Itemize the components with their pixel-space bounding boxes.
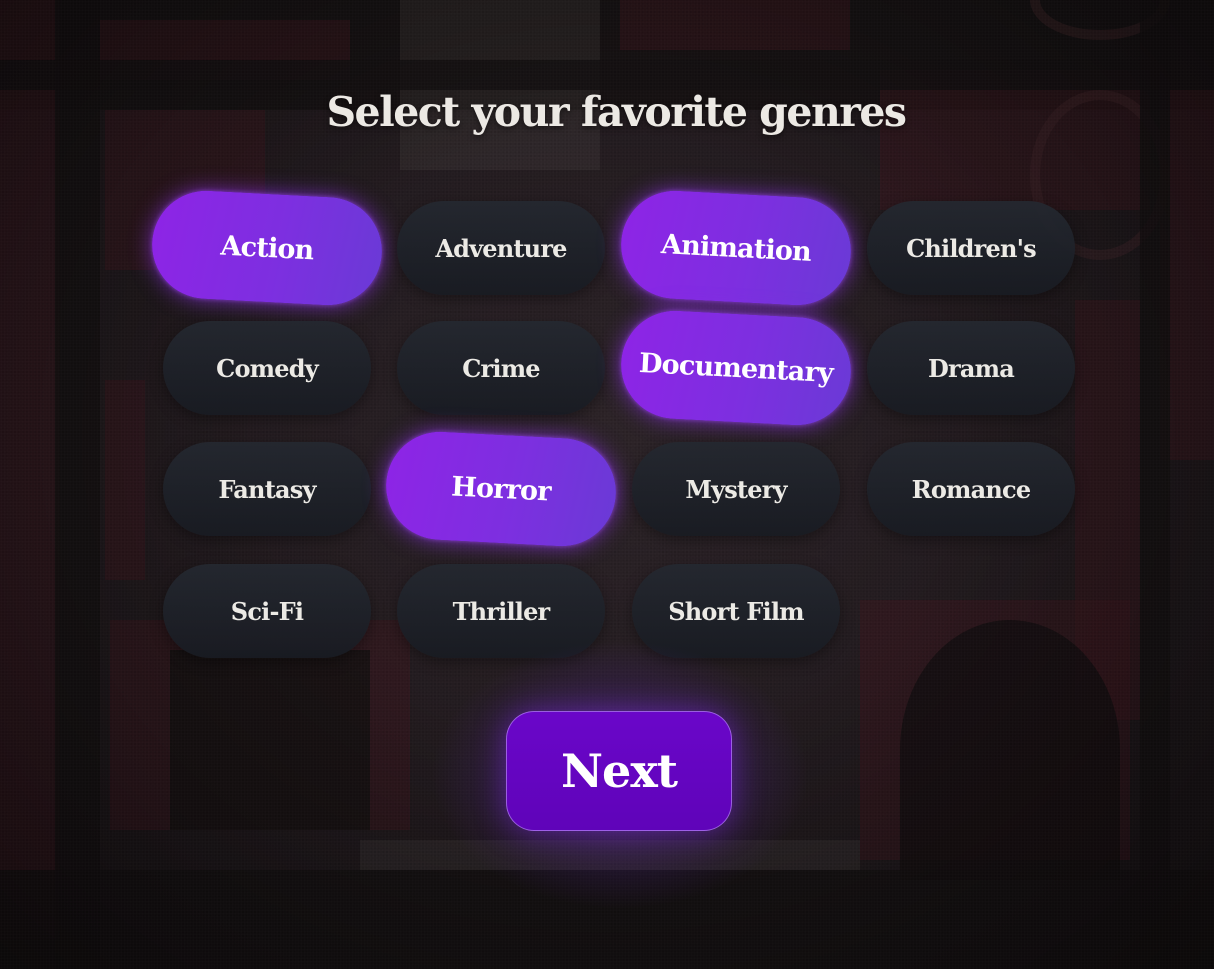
- genre-pill-children-s[interactable]: Children's: [867, 201, 1075, 295]
- genre-pill-label: Horror: [450, 470, 552, 508]
- genre-selection-screen: Select your favorite genres Action Advent…: [0, 0, 1214, 969]
- genre-pill-label: Adventure: [435, 233, 567, 263]
- genre-pill-fantasy[interactable]: Fantasy: [163, 442, 371, 536]
- genre-pill-label: Documentary: [638, 347, 834, 389]
- genre-pill-label: Thriller: [452, 596, 551, 626]
- genre-pill-label: Animation: [660, 228, 812, 268]
- genre-pill-label: Short Film: [668, 596, 804, 626]
- next-button-label: Next: [561, 744, 678, 798]
- genre-pill-action[interactable]: Action: [149, 188, 385, 308]
- genre-pill-label: Action: [219, 230, 315, 266]
- page-title: Select your favorite genres: [326, 88, 907, 136]
- genre-pill-crime[interactable]: Crime: [397, 321, 605, 415]
- genre-pill-label: Fantasy: [218, 474, 316, 504]
- genre-pill-label: Sci-Fi: [230, 596, 304, 626]
- genre-pill-label: Drama: [928, 353, 1015, 383]
- genre-pill-mystery[interactable]: Mystery: [632, 442, 840, 536]
- genre-pill-documentary[interactable]: Documentary: [618, 308, 854, 428]
- genre-pill-sci-fi[interactable]: Sci-Fi: [163, 564, 371, 658]
- genre-pill-label: Crime: [462, 353, 540, 383]
- genre-pill-label: Children's: [906, 233, 1037, 263]
- genre-pill-label: Comedy: [216, 353, 319, 383]
- genre-pill-drama[interactable]: Drama: [867, 321, 1075, 415]
- genre-pill-label: Romance: [911, 474, 1031, 504]
- next-button[interactable]: Next: [506, 711, 732, 831]
- genre-pill-animation[interactable]: Animation: [618, 188, 854, 308]
- genre-pill-label: Mystery: [685, 474, 787, 504]
- genre-pill-horror[interactable]: Horror: [383, 429, 619, 549]
- genre-pill-adventure[interactable]: Adventure: [397, 201, 605, 295]
- genre-pill-romance[interactable]: Romance: [867, 442, 1075, 536]
- genre-pill-comedy[interactable]: Comedy: [163, 321, 371, 415]
